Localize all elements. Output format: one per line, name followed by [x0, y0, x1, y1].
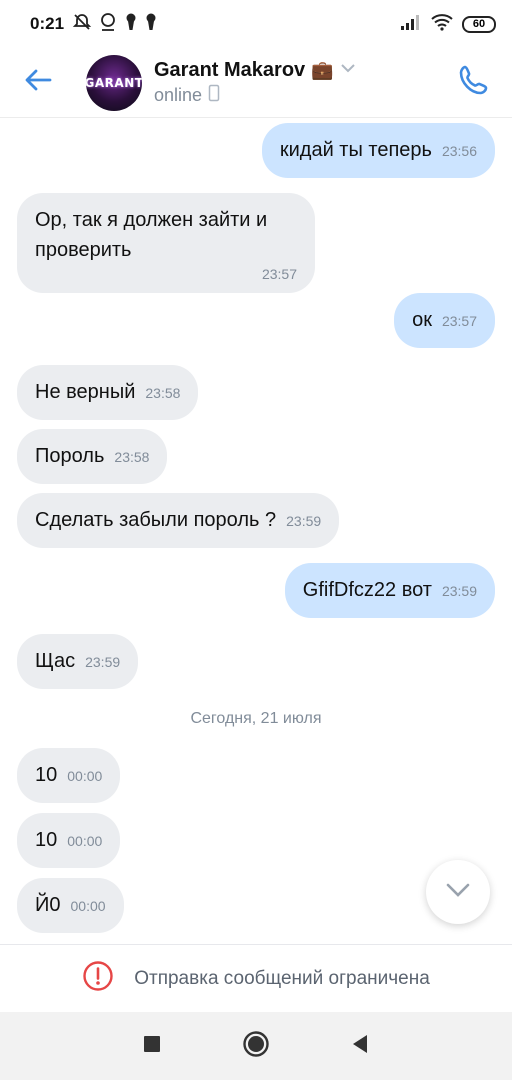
message-bubble-outgoing[interactable]: ок 23:57	[394, 293, 495, 348]
message-text: ок	[412, 309, 432, 331]
message-text: Й0	[35, 894, 61, 916]
header-name-row: Garant Makarov 💼	[154, 59, 356, 82]
contact-status-row: online	[154, 84, 356, 107]
message-time: 23:59	[85, 654, 121, 670]
message-bubble-outgoing[interactable]: GfifDfcz22 вот 23:59	[284, 563, 495, 618]
chat-header: GARANT Garant Makarov 💼 online	[0, 48, 512, 118]
recent-apps-button[interactable]	[142, 1034, 162, 1059]
message-bubble-incoming[interactable]: Щас 23:59	[17, 634, 139, 689]
message-text: кидай ты теперь	[279, 139, 432, 161]
signal-icon	[400, 13, 422, 36]
chevron-down-icon[interactable]	[340, 61, 356, 79]
messaging-restricted-bar: Отправка сообщений ограничена	[0, 944, 512, 1012]
contact-name: Garant Makarov	[154, 58, 306, 81]
message-text: 10	[35, 829, 58, 851]
message-time: 23:58	[145, 385, 181, 401]
message-time: 00:00	[67, 768, 103, 784]
message-bubble-incoming[interactable]: Ор, так я должен зайти и проверить 23:57	[17, 193, 315, 293]
warning-icon	[82, 960, 114, 997]
message-list[interactable]: кидай ты теперь 23:56 Ор, так я должен за…	[0, 118, 512, 944]
message-time: 23:57	[441, 313, 477, 329]
message-time: 23:56	[441, 143, 477, 159]
restriction-text: Отправка сообщений ограничена	[134, 967, 430, 989]
message-text: Пороль	[35, 445, 105, 467]
message-text: GfifDfcz22 вот	[302, 579, 432, 601]
mobile-icon	[208, 84, 220, 107]
keyhole-icon	[124, 12, 138, 37]
status-time: 0:21	[30, 14, 65, 33]
message-time: 23:58	[114, 449, 150, 465]
contact-status: online	[154, 84, 203, 105]
message-bubble-incoming[interactable]: 10 00:00	[17, 748, 121, 803]
message-text: Не верный	[35, 381, 136, 403]
header-info[interactable]: Garant Makarov 💼 online	[154, 59, 356, 107]
status-bar: 0:21 60	[0, 0, 512, 48]
message-bubble-outgoing[interactable]: кидай ты теперь 23:56	[261, 123, 495, 178]
back-nav-button[interactable]	[350, 1033, 370, 1060]
chevron-down-icon	[445, 882, 471, 903]
message-time: 23:59	[286, 513, 322, 529]
scroll-down-button[interactable]	[426, 860, 490, 924]
call-button[interactable]	[454, 62, 494, 102]
message-text: Щас	[35, 650, 76, 672]
arrow-left-icon	[23, 65, 53, 100]
avatar[interactable]: GARANT	[86, 54, 142, 111]
briefcase-icon: 💼	[311, 59, 334, 80]
message-text: Сделать забыли пороль ?	[35, 509, 277, 531]
wifi-icon	[430, 13, 454, 36]
status-right: 60	[400, 13, 496, 36]
keyhole-icon	[144, 12, 158, 37]
date-separator: Сегодня, 21 июля	[190, 710, 322, 727]
message-text: 10	[35, 764, 58, 786]
message-bubble-incoming[interactable]: 10 00:00	[17, 813, 121, 868]
message-time: 00:00	[70, 898, 106, 914]
message-time: 23:57	[261, 266, 297, 282]
status-left-icons	[72, 12, 158, 37]
message-text: Ор, так я должен зайти и проверить	[35, 209, 268, 261]
message-time: 23:59	[441, 583, 477, 599]
home-button[interactable]	[242, 1030, 270, 1063]
message-bubble-incoming[interactable]: Не верный 23:58	[17, 365, 199, 420]
mute-icon	[72, 12, 92, 37]
avatar-logo-text: GARANT	[86, 75, 142, 90]
message-time: 00:00	[67, 833, 103, 849]
alarm-icon	[98, 12, 118, 37]
battery-icon: 60	[462, 15, 496, 33]
message-bubble-incoming[interactable]: Сделать забыли пороль ? 23:59	[17, 493, 340, 548]
phone-icon	[457, 63, 491, 102]
message-bubble-incoming[interactable]: Пороль 23:58	[17, 429, 168, 484]
system-navigation-bar	[0, 1012, 512, 1080]
back-button[interactable]	[10, 53, 66, 113]
message-bubble-incoming[interactable]: Й0 00:00	[17, 878, 124, 933]
